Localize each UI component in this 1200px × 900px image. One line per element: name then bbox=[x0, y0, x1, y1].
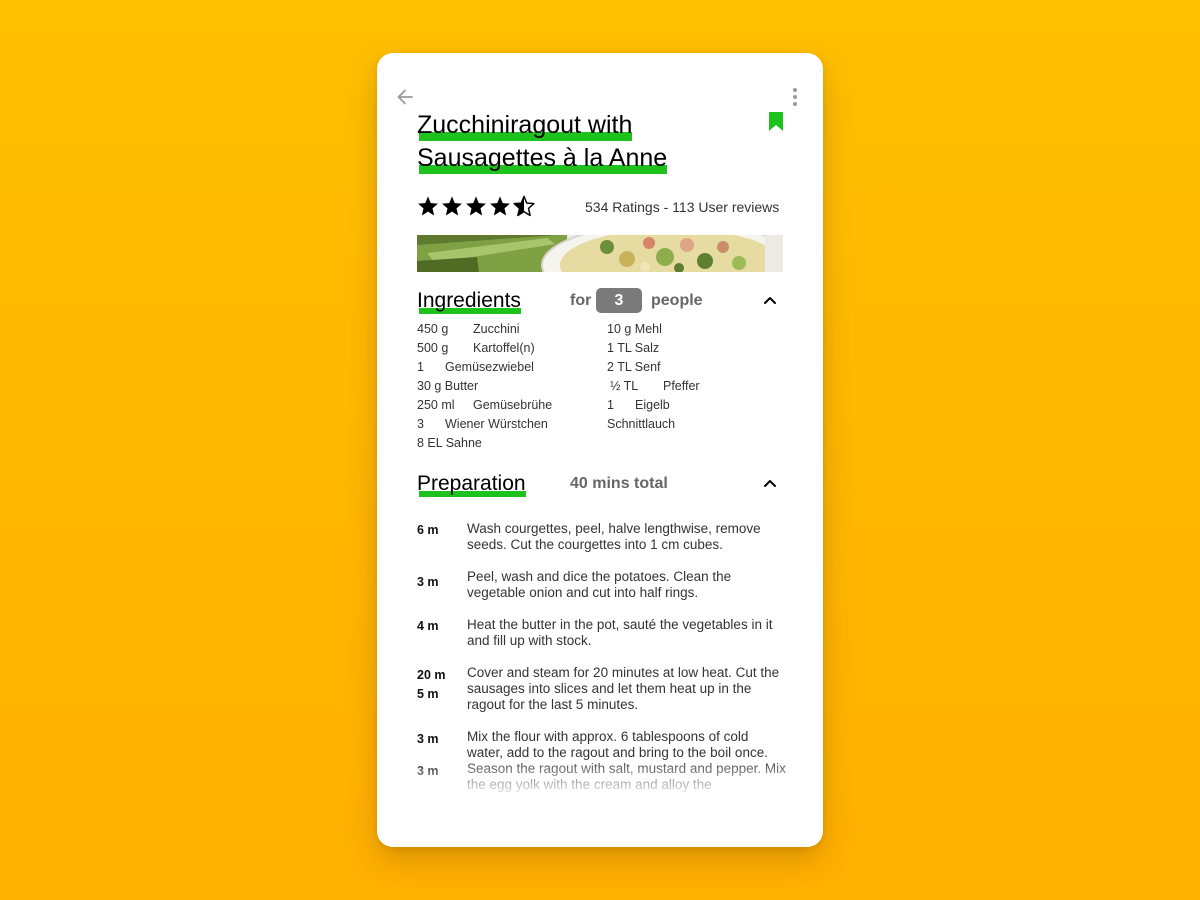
ingredient-amount: Schnittlauch bbox=[607, 417, 676, 431]
step-time: 3 m bbox=[417, 764, 439, 778]
ingredient-amount: ½ TL bbox=[610, 379, 639, 393]
ingredient-name: Wiener Würstchen bbox=[445, 417, 548, 431]
bookmark-icon[interactable] bbox=[768, 112, 784, 132]
step-time: 3 m bbox=[417, 732, 439, 746]
ingredient-amount: 1 bbox=[607, 398, 614, 412]
title-line-2: Sausagettes à la Anne bbox=[417, 144, 668, 174]
ingredient-row: 1 TL Salz bbox=[607, 339, 787, 358]
servings-input[interactable]: 3 bbox=[596, 288, 642, 313]
step-text: Heat the butter in the pot, sauté the ve… bbox=[467, 617, 773, 648]
ingredient-amount: 500 g bbox=[417, 341, 449, 355]
ingredient-row: 8 EL Sahne bbox=[417, 434, 597, 453]
step-text: Mix the flour with approx. 6 tablespoons… bbox=[467, 729, 786, 792]
ingredient-row: ½ TL Pfeffer bbox=[607, 377, 787, 396]
ingredient-row: 10 g Mehl bbox=[607, 320, 787, 339]
star-full-icon[interactable] bbox=[489, 195, 511, 217]
recipe-card: Zucchiniragout with Sausagettes à la Ann… bbox=[377, 53, 823, 847]
ingredient-row: 2 TL Senf bbox=[607, 358, 787, 377]
star-rating[interactable] bbox=[417, 195, 535, 219]
step-text: Cover and steam for 20 minutes at low he… bbox=[467, 665, 780, 712]
ingredient-amount: 1 TL Salz bbox=[607, 341, 660, 355]
step-text: Wash courgettes, peel, halve lengthwise,… bbox=[467, 521, 761, 552]
ingredient-amount: 8 EL Sahne bbox=[417, 436, 482, 450]
ingredient-row: Schnittlauch bbox=[607, 415, 787, 434]
servings-people-label: people bbox=[651, 292, 703, 309]
step-time: 20 m bbox=[417, 668, 446, 682]
ingredient-amount: 250 ml bbox=[417, 398, 455, 412]
ingredient-row: 3 Wiener Würstchen bbox=[417, 415, 597, 434]
ingredient-row: 1 Eigelb bbox=[607, 396, 787, 415]
total-time-label: 40 mins total bbox=[570, 475, 668, 492]
ingredient-name: Zucchini bbox=[473, 322, 520, 336]
ingredient-amount: 3 bbox=[417, 417, 424, 431]
step-time: 3 m bbox=[417, 575, 439, 589]
ingredient-name: Pfeffer bbox=[663, 379, 700, 393]
ingredient-row: 1 Gemüsezwiebel bbox=[417, 358, 597, 377]
star-half-icon[interactable] bbox=[513, 195, 535, 217]
ingredient-amount: 10 g Mehl bbox=[607, 322, 662, 336]
ingredient-name: Gemüsezwiebel bbox=[445, 360, 534, 374]
ingredients-heading: Ingredients bbox=[417, 289, 521, 314]
recipe-photo[interactable] bbox=[417, 235, 783, 272]
ingredient-row: 500 g Kartoffel(n) bbox=[417, 339, 597, 358]
title-line-1: Zucchiniragout with bbox=[417, 111, 633, 141]
star-full-icon[interactable] bbox=[417, 195, 439, 217]
ingredient-name: Gemüsebrühe bbox=[473, 398, 553, 412]
star-full-icon[interactable] bbox=[465, 195, 487, 217]
step-time: 4 m bbox=[417, 619, 439, 633]
ingredient-amount: 30 g Butter bbox=[417, 379, 479, 393]
ingredient-row: 30 g Butter bbox=[417, 377, 597, 396]
step-time: 5 m bbox=[417, 687, 439, 701]
servings-for-label: for bbox=[570, 292, 592, 309]
ingredient-amount: 1 bbox=[417, 360, 424, 374]
preparation-heading: Preparation bbox=[417, 472, 526, 497]
ingredients-list-left: 450 g Zucchini 500 g Kartoffel(n) 1 Gemüsez… bbox=[417, 320, 597, 453]
ratings-summary[interactable]: 534 Ratings - 113 User reviews bbox=[585, 199, 779, 215]
ingredients-list-right: 10 g Mehl 1 TL Salz 2 TL Senf ½ TL Pfeffe… bbox=[607, 320, 787, 434]
chevron-up-icon[interactable] bbox=[763, 476, 777, 490]
ingredient-amount: 450 g bbox=[417, 322, 449, 336]
ingredient-name: Kartoffel(n) bbox=[473, 341, 535, 355]
step-text: Peel, wash and dice the potatoes. Clean … bbox=[467, 569, 732, 600]
star-full-icon[interactable] bbox=[441, 195, 463, 217]
step-time: 6 m bbox=[417, 523, 439, 537]
ingredient-amount: 2 TL Senf bbox=[607, 360, 661, 374]
ingredient-row: 450 g Zucchini bbox=[417, 320, 597, 339]
chevron-up-icon[interactable] bbox=[763, 293, 777, 307]
ingredient-name: Eigelb bbox=[635, 398, 670, 412]
ingredient-row: 250 ml Gemüsebrühe bbox=[417, 396, 597, 415]
recipe-title: Zucchiniragout with Sausagettes à la Ann… bbox=[417, 109, 757, 175]
more-vertical-icon[interactable] bbox=[785, 87, 805, 107]
arrow-left-icon[interactable] bbox=[395, 87, 415, 107]
